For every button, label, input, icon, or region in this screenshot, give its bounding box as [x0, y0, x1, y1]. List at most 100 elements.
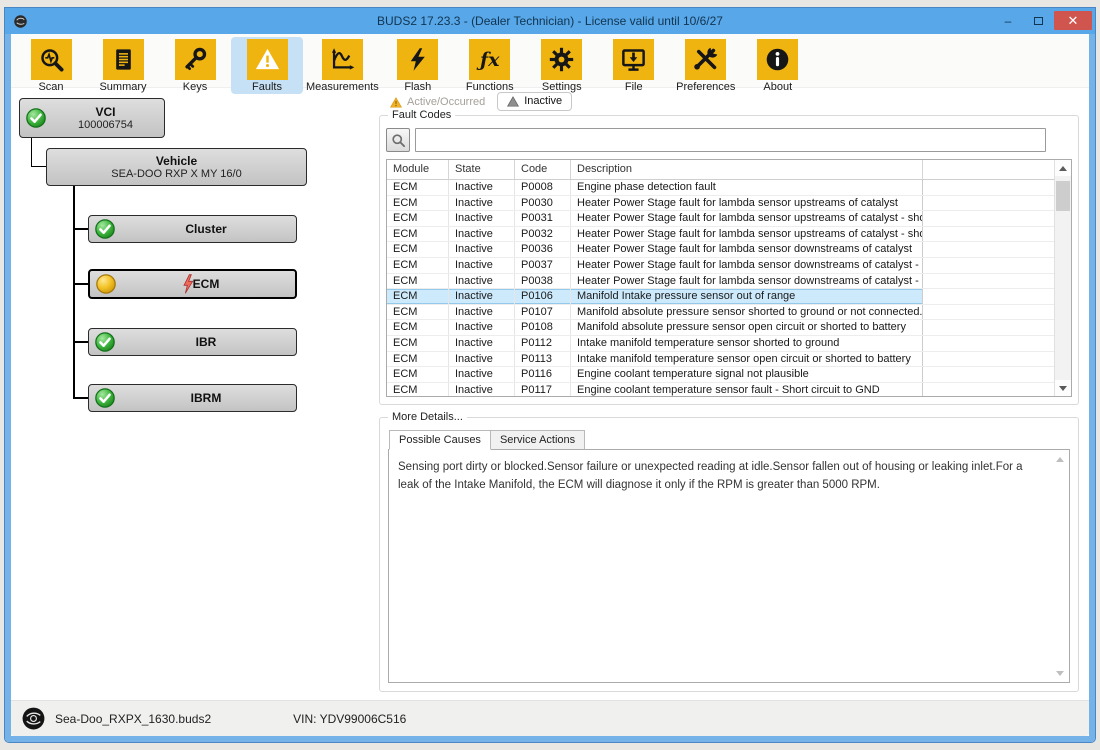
fault-row[interactable]: ECMInactiveP0112Intake manifold temperat…	[387, 336, 1054, 352]
cell-desc: Heater Power Stage fault for lambda sens…	[571, 274, 923, 289]
maximize-button[interactable]	[1024, 11, 1052, 30]
fault-row[interactable]: ECMInactiveP0108Manifold absolute pressu…	[387, 320, 1054, 336]
tree-node-ecm[interactable]: ECM	[88, 269, 297, 299]
tree-node-vci[interactable]: VCI 100006754	[19, 98, 165, 138]
node-title: Cluster	[116, 222, 296, 236]
scroll-down-icon[interactable]	[1055, 380, 1071, 396]
cell-code: P0112	[515, 336, 571, 351]
cell-filler	[923, 383, 1054, 396]
scroll-down-icon[interactable]	[1052, 665, 1068, 681]
toolbar-button-summary[interactable]: Summary	[87, 37, 159, 94]
fault-row[interactable]: ECMInactiveP0031Heater Power Stage fault…	[387, 211, 1054, 227]
tab-label: Inactive	[524, 95, 562, 107]
node-title: VCI	[47, 105, 164, 119]
table-scrollbar[interactable]	[1054, 160, 1071, 396]
tab-possible-causes[interactable]: Possible Causes	[389, 430, 491, 450]
cell-filler	[923, 180, 1054, 195]
flash-icon	[404, 46, 431, 73]
scroll-up-icon[interactable]	[1055, 160, 1071, 176]
settings-icon	[548, 46, 575, 73]
fault-row[interactable]: ECMInactiveP0030Heater Power Stage fault…	[387, 196, 1054, 212]
toolbar-button-faults[interactable]: Faults	[231, 37, 303, 94]
toolbar-button-keys[interactable]: Keys	[159, 37, 231, 94]
scroll-up-icon[interactable]	[1052, 451, 1068, 467]
cell-code: P0037	[515, 258, 571, 273]
cell-filler	[923, 336, 1054, 351]
fault-row[interactable]: ECMInactiveP0106Manifold Intake pressure…	[387, 289, 1054, 305]
cell-state: Inactive	[449, 242, 515, 257]
about-icon	[764, 46, 791, 73]
column-header-state[interactable]: State	[449, 160, 515, 179]
tab-inactive[interactable]: Inactive	[497, 92, 572, 111]
toolbar-button-flash[interactable]: Flash	[382, 37, 454, 94]
cell-filler	[923, 305, 1054, 320]
fault-table-body: ECMInactiveP0008Engine phase detection f…	[387, 180, 1054, 396]
toolbar-button-preferences[interactable]: Preferences	[670, 37, 742, 94]
titlebar: BUDS2 17.23.3 - (Dealer Technician) - Li…	[5, 8, 1095, 34]
column-header-description[interactable]: Description	[571, 160, 923, 179]
column-header-code[interactable]: Code	[515, 160, 571, 179]
tree-connector	[31, 138, 47, 167]
details-text: Sensing port dirty or blocked.Sensor fai…	[398, 461, 1023, 491]
cell-desc: Heater Power Stage fault for lambda sens…	[571, 211, 923, 226]
search-input[interactable]	[415, 128, 1046, 152]
toolbar-button-functions[interactable]: ƒx Functions	[454, 37, 526, 94]
fault-row[interactable]: ECMInactiveP0008Engine phase detection f…	[387, 180, 1054, 196]
measurements-icon	[329, 46, 356, 73]
groupbox-label: Fault Codes	[388, 109, 455, 121]
cell-desc: Manifold Intake pressure sensor out of r…	[571, 289, 923, 304]
toolbar: Scan Summary	[11, 34, 1089, 88]
toolbar-button-about[interactable]: About	[742, 37, 814, 94]
cell-desc: Manifold absolute pressure sensor shorte…	[571, 305, 923, 320]
cell-state: Inactive	[449, 274, 515, 289]
fault-row[interactable]: ECMInactiveP0116Engine coolant temperatu…	[387, 367, 1054, 383]
fault-row[interactable]: ECMInactiveP0037Heater Power Stage fault…	[387, 258, 1054, 274]
cell-state: Inactive	[449, 289, 515, 304]
keys-icon	[182, 46, 209, 73]
close-button[interactable]: ✕	[1054, 11, 1092, 30]
tab-service-actions[interactable]: Service Actions	[491, 430, 585, 450]
cell-code: P0108	[515, 320, 571, 335]
fault-row[interactable]: ECMInactiveP0113Intake manifold temperat…	[387, 352, 1054, 368]
fault-row[interactable]: ECMInactiveP0032Heater Power Stage fault…	[387, 227, 1054, 243]
details-scrollbar[interactable]	[1052, 451, 1068, 681]
cell-mod: ECM	[387, 196, 449, 211]
scrollbar-thumb[interactable]	[1056, 181, 1070, 211]
cell-mod: ECM	[387, 336, 449, 351]
tree-node-ibrm[interactable]: IBRM	[88, 384, 297, 412]
column-header-filler	[923, 160, 1071, 179]
fault-row[interactable]: ECMInactiveP0038Heater Power Stage fault…	[387, 274, 1054, 290]
node-title: IBR	[116, 335, 296, 349]
fault-row[interactable]: ECMInactiveP0107Manifold absolute pressu…	[387, 305, 1054, 321]
groupbox-label: More Details...	[388, 411, 467, 423]
status-ok-icon	[94, 218, 116, 240]
tree-connector	[73, 283, 88, 285]
cell-state: Inactive	[449, 320, 515, 335]
toolbar-button-file[interactable]: File	[598, 37, 670, 94]
more-details-groupbox: More Details... Possible Causes Service …	[379, 417, 1079, 692]
tree-node-ibr[interactable]: IBR	[88, 328, 297, 356]
search-button[interactable]	[386, 128, 410, 152]
tree-node-cluster[interactable]: Cluster	[88, 215, 297, 243]
cell-desc: Manifold absolute pressure sensor open c…	[571, 320, 923, 335]
tree-node-vehicle[interactable]: Vehicle SEA-DOO RXP X MY 16/0	[46, 148, 307, 186]
toolbar-button-measurements[interactable]: Measurements	[303, 37, 382, 94]
cell-filler	[923, 258, 1054, 273]
column-header-module[interactable]: Module	[387, 160, 449, 179]
cell-filler	[923, 196, 1054, 211]
cell-desc: Engine phase detection fault	[571, 180, 923, 195]
toolbar-button-scan[interactable]: Scan	[15, 37, 87, 94]
fault-row[interactable]: ECMInactiveP0117Engine coolant temperatu…	[387, 383, 1054, 396]
cell-desc: Engine coolant temperature sensor fault …	[571, 383, 923, 396]
status-warning-icon	[95, 273, 117, 295]
minimize-button[interactable]: –	[994, 11, 1022, 30]
functions-icon: ƒx	[480, 49, 500, 71]
cell-code: P0106	[515, 289, 571, 304]
fault-table: Module State Code Description ECMInactiv…	[386, 159, 1072, 397]
faults-panel: Active/Occurred Inactive Fault Codes	[377, 88, 1089, 700]
toolbar-button-settings[interactable]: Settings	[526, 37, 598, 94]
app-window: BUDS2 17.23.3 - (Dealer Technician) - Li…	[5, 8, 1095, 742]
cell-state: Inactive	[449, 196, 515, 211]
fault-row[interactable]: ECMInactiveP0036Heater Power Stage fault…	[387, 242, 1054, 258]
cell-filler	[923, 274, 1054, 289]
